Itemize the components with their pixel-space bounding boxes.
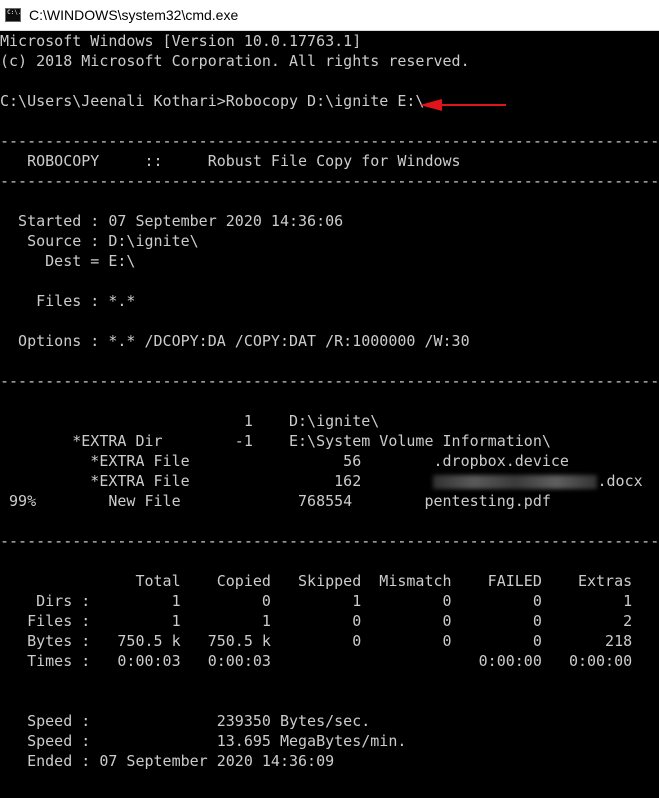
summary-header: Total Copied Skipped Mismatch FAILED Ext…: [0, 572, 633, 590]
separator: ----------------------------------------…: [0, 132, 659, 150]
window-title: C:\WINDOWS\system32\cmd.exe: [29, 7, 239, 23]
extra-file-line-redacted: *EXTRA File 162 .docx: [0, 471, 643, 491]
summary-row-bytes: Bytes : 750.5 k 750.5 k 0 0 0 218: [0, 632, 633, 650]
separator: ----------------------------------------…: [0, 532, 659, 550]
console-output[interactable]: Microsoft Windows [Version 10.0.17763.1]…: [0, 31, 659, 798]
dir-line: 1 D:\ignite\: [0, 412, 380, 430]
started-line: Started : 07 September 2020 14:36:06: [0, 212, 344, 230]
speed-mb-line: Speed : 13.695 MegaBytes/min.: [0, 732, 407, 750]
red-arrow-icon: [420, 99, 506, 111]
speed-bytes-line: Speed : 239350 Bytes/sec.: [0, 712, 371, 730]
summary-row-files: Files : 1 1 0 0 0 2: [0, 612, 633, 630]
dest-line: Dest = E:\: [0, 252, 136, 270]
file-extension: .docx: [597, 472, 643, 490]
summary-row-times: Times : 0:00:03 0:00:03 0:00:00 0:00:00: [0, 652, 633, 670]
separator: ----------------------------------------…: [0, 172, 659, 190]
options-line: Options : *.* /DCOPY:DA /COPY:DAT /R:100…: [0, 332, 470, 350]
extra-file-text: *EXTRA File 162: [0, 472, 434, 490]
extra-dir-line: *EXTRA Dir -1 E:\System Volume Informati…: [0, 432, 551, 450]
title-bar[interactable]: C:\. C:\WINDOWS\system32\cmd.exe: [0, 0, 659, 31]
source-line: Source : D:\ignite\: [0, 232, 199, 250]
console-line: Microsoft Windows [Version 10.0.17763.1]: [0, 32, 362, 50]
extra-file-line: *EXTRA File 56 .dropbox.device: [0, 452, 569, 470]
command-line: C:\Users\Jeenali Kothari>Robocopy D:\ign…: [0, 92, 425, 110]
summary-row-dirs: Dirs : 1 0 1 0 0 1: [0, 592, 633, 610]
cmd-icon-label: C:\.: [7, 9, 22, 16]
separator: ----------------------------------------…: [0, 372, 659, 390]
new-file-line: 99% New File 768554 pentesting.pdf: [0, 492, 551, 510]
robocopy-header: ROBOCOPY :: Robust File Copy for Windows: [0, 152, 461, 170]
console-line: (c) 2018 Microsoft Corporation. All righ…: [0, 52, 470, 70]
cmd-icon: C:\.: [5, 8, 21, 22]
files-line: Files : *.*: [0, 292, 136, 310]
ended-line: Ended : 07 September 2020 14:36:09: [0, 752, 335, 770]
redacted-filename: [433, 474, 598, 489]
